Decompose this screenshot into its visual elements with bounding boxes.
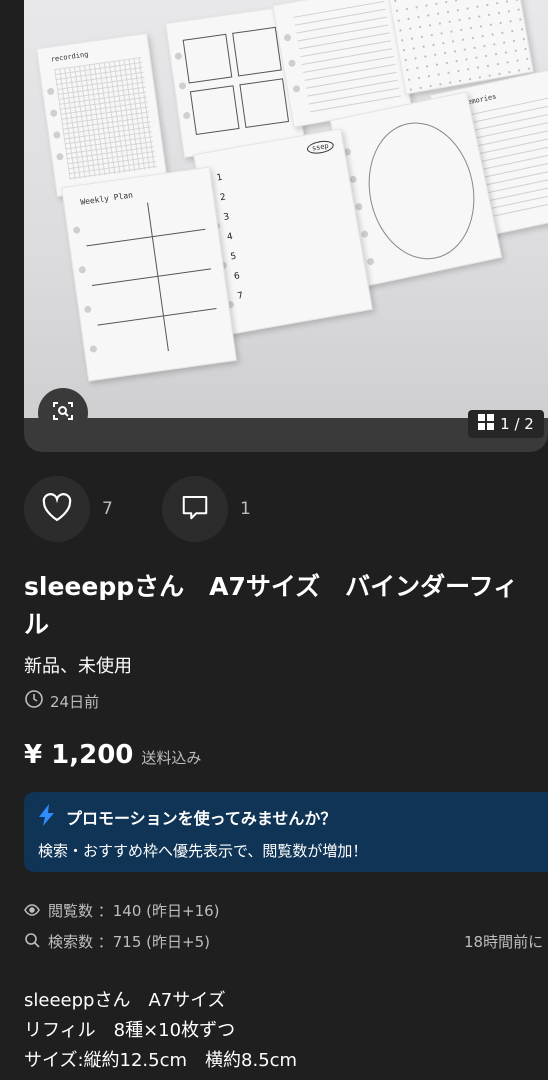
image-counter-text: 1 / 2 <box>500 415 534 433</box>
image-counter[interactable]: 1 / 2 <box>468 410 544 438</box>
search-count-text: 検索数 ：715 (昨日+5) <box>48 933 210 951</box>
refill-sheet-weekly-plan: Weekly Plan <box>61 166 237 382</box>
description-line: サイズ:縦約12.5cm 横約8.5cm <box>24 1050 298 1071</box>
promotion-heading: プロモーションを使ってみませんか？ <box>66 809 337 828</box>
lens-icon <box>51 399 75 427</box>
listing-title: sleeeppさん A7サイズ バインダーフィル <box>24 572 519 639</box>
lightning-icon <box>38 804 56 830</box>
product-image-carousel[interactable]: recording memories ssep 1 2 3 4 5 6 7 We… <box>24 0 548 452</box>
list-number: 5 <box>229 251 238 263</box>
description-line: リフィル 8種×10枚ずつ <box>24 1020 236 1041</box>
promotion-heading-row: プロモーションを使ってみませんか？ <box>38 804 548 830</box>
item-description: sleeeppさん A7サイズ リフィル 8種×10枚ずつ サイズ:縦約12.5… <box>24 986 297 1076</box>
list-number: 6 <box>233 271 241 283</box>
product-photo[interactable]: recording memories ssep 1 2 3 4 5 6 7 We… <box>24 0 548 418</box>
sheet-label-weekly-plan: Weekly Plan <box>79 190 134 207</box>
like-button[interactable] <box>24 476 90 542</box>
sheet-label-ssep: ssep <box>306 138 335 156</box>
list-number: 1 <box>215 172 224 184</box>
view-count-text: 閲覧数 ：140 (昨日+16) <box>48 902 220 920</box>
posted-time: 24日前 <box>24 689 99 713</box>
description-line: sleeeppさん A7サイズ <box>24 990 226 1011</box>
like-count: 7 <box>102 499 113 519</box>
search-icon <box>24 932 40 952</box>
list-number: 2 <box>219 192 227 204</box>
eye-icon <box>24 902 40 920</box>
search-count-row: 検索数 ：715 (昨日+5) <box>24 931 210 952</box>
updated-time: 18時間前に <box>464 933 544 951</box>
item-condition: 新品、未使用 <box>24 656 132 677</box>
heart-icon <box>40 492 74 526</box>
view-count-row: 閲覧数 ：140 (昨日+16) <box>24 900 220 921</box>
refill-sheet-recording: recording <box>36 32 168 198</box>
comment-icon <box>180 493 210 525</box>
gallery-grid-icon <box>478 414 495 434</box>
shipping-included: 送料込み <box>141 749 202 767</box>
clock-icon <box>24 689 44 713</box>
comment-count: 1 <box>240 499 251 519</box>
comment-button[interactable] <box>162 476 228 542</box>
action-bar: 7 1 <box>24 476 251 542</box>
list-number: 4 <box>226 231 234 243</box>
list-number: 7 <box>236 290 245 302</box>
posted-time-text: 24日前 <box>50 692 100 711</box>
price: ¥ 1,200 <box>24 740 134 770</box>
image-search-button[interactable] <box>38 388 88 438</box>
price-row: ¥ 1,200 送料込み <box>24 740 201 770</box>
promotion-banner[interactable]: プロモーションを使ってみませんか？ 検索・おすすめ枠へ優先表示で、閲覧数が増加！ <box>24 792 548 872</box>
list-number: 3 <box>222 212 231 224</box>
sheet-label-recording: recording <box>50 50 89 64</box>
promotion-subtext: 検索・おすすめ枠へ優先表示で、閲覧数が増加！ <box>38 842 368 860</box>
